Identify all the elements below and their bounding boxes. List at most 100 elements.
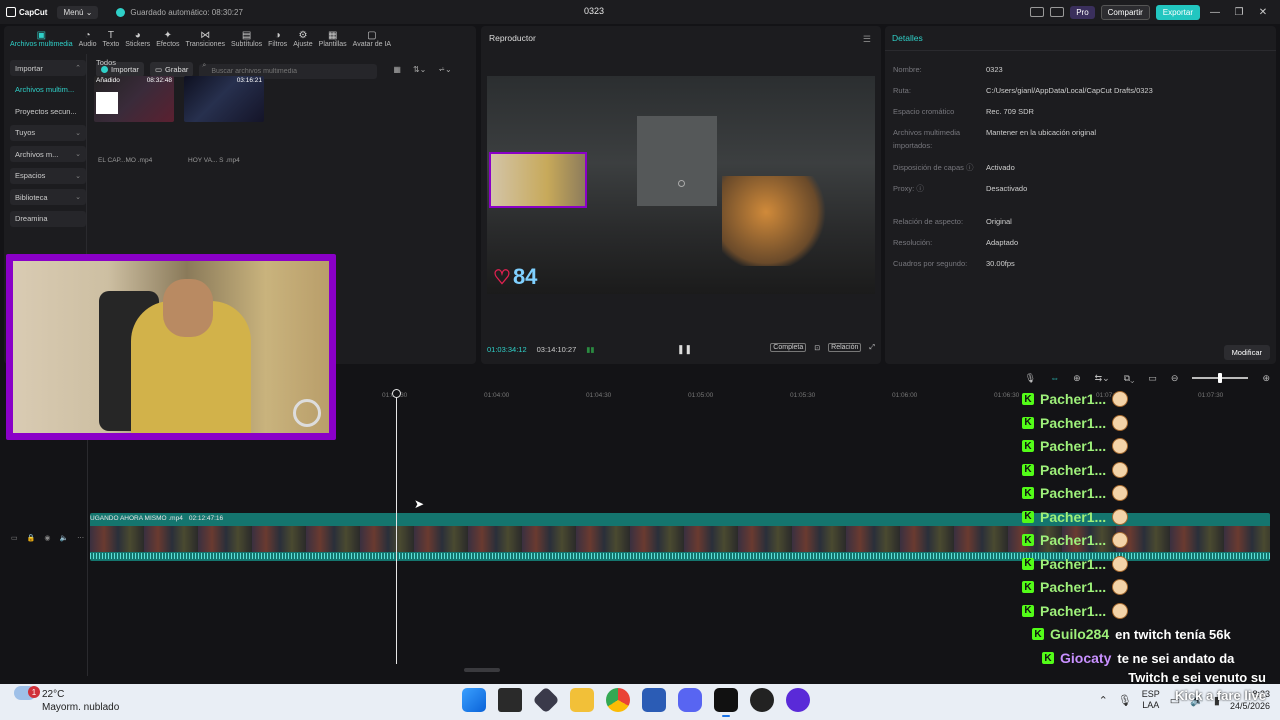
zoom-knob[interactable] bbox=[1218, 373, 1223, 383]
playhead-handle[interactable] bbox=[392, 389, 401, 398]
tab-transitions[interactable]: ⋈ Transiciones bbox=[184, 26, 227, 52]
media-clip-1-name: EL CAP...MO .mp4 bbox=[98, 157, 153, 164]
shortcuts-icon[interactable] bbox=[1050, 7, 1065, 17]
link-icon[interactable]: ⇔ bbox=[1050, 373, 1059, 383]
maximize-icon[interactable]: ❐ bbox=[1230, 7, 1248, 18]
tab-templates[interactable]: ▦ Plantillas bbox=[317, 26, 349, 52]
ruler-tick-label: 01:04:30 bbox=[586, 392, 612, 399]
screenshot-icon[interactable]: ⊡ bbox=[814, 344, 820, 352]
sidebar-item-3[interactable]: Tuyos ⌄ bbox=[10, 124, 86, 141]
menu-button[interactable]: Menú ⌄ bbox=[57, 5, 99, 19]
sidebar-item-7[interactable]: Dreamina bbox=[10, 210, 86, 227]
more-icon[interactable]: ⋯ bbox=[77, 534, 84, 542]
zoom-in-icon[interactable]: ⊕ bbox=[1262, 373, 1270, 384]
emote-icon bbox=[1112, 579, 1129, 595]
tab-adjust[interactable]: ⚙ Ajuste bbox=[291, 26, 314, 52]
sidebar-item-2[interactable]: Proyectos secun... bbox=[10, 103, 86, 119]
sidebar-item-0[interactable]: Importar ⌃ bbox=[10, 60, 86, 76]
filter-icon[interactable]: ⩫⌄ bbox=[438, 65, 451, 74]
ratio-button[interactable]: Relación bbox=[828, 343, 862, 352]
chat-username: Pacher1... bbox=[1040, 461, 1107, 478]
capcut-taskbar-icon[interactable] bbox=[714, 688, 738, 717]
sidebar-item-1[interactable]: Archivos multim... bbox=[10, 82, 86, 98]
detail-key: Ruta: bbox=[893, 86, 911, 95]
chat-message: K Pacher1... bbox=[1022, 414, 1129, 431]
microphone-icon[interactable]: 🎙 bbox=[1025, 373, 1036, 384]
tab-filters[interactable]: ◑ Filtros bbox=[266, 26, 289, 52]
start-icon[interactable] bbox=[462, 688, 486, 712]
playhead[interactable] bbox=[396, 392, 397, 664]
zoom-out-icon[interactable]: ⊖ bbox=[1171, 373, 1179, 384]
minimize-icon[interactable]: — bbox=[1206, 7, 1224, 18]
tab-audio[interactable]: ◔ Audio bbox=[77, 26, 99, 52]
fullscreen-icon[interactable]: ⤢ bbox=[869, 344, 875, 352]
task-view-icon[interactable] bbox=[498, 688, 522, 712]
kick-badge-icon: K bbox=[1022, 581, 1034, 593]
snap-icon[interactable]: ⊕ bbox=[1073, 373, 1081, 384]
filters-icon: ◑ bbox=[274, 30, 281, 41]
split-icon[interactable]: ⇆⌄ bbox=[1095, 373, 1110, 384]
chevron-icon: ⌄ bbox=[75, 151, 81, 158]
preview-canvas[interactable]: ♡ 84 bbox=[487, 76, 875, 294]
total-time: 03:14:10:27 bbox=[536, 345, 577, 354]
media-section-title: Todos bbox=[96, 58, 117, 67]
share-button[interactable]: Compartir bbox=[1100, 4, 1150, 20]
sidebar-item-4[interactable]: Archivos m... ⌄ bbox=[10, 146, 86, 162]
kick-badge-icon: K bbox=[1022, 557, 1034, 570]
chrome-icon[interactable] bbox=[606, 688, 630, 712]
record-button[interactable]: ▭ Grabar bbox=[149, 62, 194, 77]
detail-value: C:/Users/gianl/AppData/Local/CapCut Draf… bbox=[986, 86, 1153, 95]
app-hex-icon[interactable] bbox=[532, 686, 560, 714]
layout-icon[interactable] bbox=[1030, 7, 1045, 17]
pause-button[interactable]: ❚❚ bbox=[677, 344, 692, 355]
export-button[interactable]: Exportar bbox=[1155, 4, 1200, 20]
detail-key: Archivos multimedia importados: bbox=[893, 128, 961, 150]
zoom-slider[interactable] bbox=[1192, 373, 1249, 383]
sidebar-item-6[interactable]: Biblioteca ⌄ bbox=[10, 189, 86, 205]
tab-effects[interactable]: ✦ Efectos bbox=[154, 26, 181, 52]
audio-meter-icon: ▮▮ bbox=[586, 345, 595, 354]
volume-icon[interactable]: 🔈 bbox=[59, 534, 68, 542]
discord-icon[interactable] bbox=[678, 688, 702, 712]
horizontal-scrollbar[interactable] bbox=[464, 668, 500, 672]
clip-duration: 08:32:48 bbox=[146, 77, 172, 84]
tab-subtitles[interactable]: ▤ Subtítulos bbox=[229, 26, 264, 52]
chevron-icon: ⌃ bbox=[75, 65, 81, 72]
tray-expand-icon[interactable]: ⌃ bbox=[1099, 694, 1108, 707]
language-indicator[interactable]: ESP LAA bbox=[1142, 689, 1160, 711]
grid-view-icon[interactable]: ▦ bbox=[393, 65, 401, 74]
clip-thumbnail-card bbox=[96, 92, 118, 114]
media-sidebar: Importar ⌃ Archivos multim... Proyectos sec… bbox=[10, 60, 86, 232]
caption-icon[interactable]: ▭ bbox=[1148, 373, 1157, 384]
chat-username: Pacher1... bbox=[1040, 579, 1107, 595]
full-button[interactable]: Completa bbox=[770, 343, 807, 352]
track-cover-icon[interactable]: ▭ bbox=[11, 534, 18, 542]
app-purple-icon[interactable] bbox=[786, 688, 810, 712]
emote-icon bbox=[1112, 602, 1129, 619]
obs-icon[interactable] bbox=[750, 688, 774, 712]
lock-icon[interactable]: 🔒 bbox=[27, 534, 36, 542]
player-menu-icon[interactable]: ☰ bbox=[863, 34, 871, 45]
sidebar-item-5[interactable]: Espacios ⌄ bbox=[10, 167, 86, 184]
preview-axis-icon[interactable]: ⧉⌄ bbox=[1124, 373, 1135, 384]
stream-logo-icon bbox=[293, 399, 321, 427]
visibility-icon[interactable]: ◉ bbox=[44, 534, 50, 542]
sort-icon[interactable]: ⇅⌄ bbox=[413, 65, 426, 74]
file-explorer-icon[interactable] bbox=[570, 688, 594, 712]
close-icon[interactable]: ✕ bbox=[1254, 7, 1272, 18]
weather-badge: 1 bbox=[28, 686, 40, 698]
microphone-tray-icon[interactable]: 🎙 bbox=[1118, 694, 1132, 707]
media-clip-2[interactable]: 03:16:21 bbox=[184, 76, 264, 122]
tab-sticker[interactable]: ◕ Stickers bbox=[123, 26, 152, 52]
chevron-icon: ⌄ bbox=[75, 194, 81, 201]
tab-media[interactable]: ▣ Archivos multimedia bbox=[8, 26, 75, 52]
modify-button[interactable]: Modificar bbox=[1223, 345, 1270, 360]
media-clip-1[interactable]: Añadido 08:32:48 bbox=[94, 76, 174, 122]
kick-badge-icon: K bbox=[1022, 510, 1034, 523]
detail-key: Relación de aspecto: bbox=[893, 217, 964, 226]
tab-ai-avatar[interactable]: ▢ Avatar de IA bbox=[351, 26, 393, 52]
tab-text[interactable]: T Texto bbox=[101, 26, 122, 52]
pro-button[interactable]: Pro bbox=[1070, 5, 1095, 19]
sidebar-item-label: Dreamina bbox=[15, 214, 48, 223]
word-icon[interactable] bbox=[642, 688, 666, 712]
